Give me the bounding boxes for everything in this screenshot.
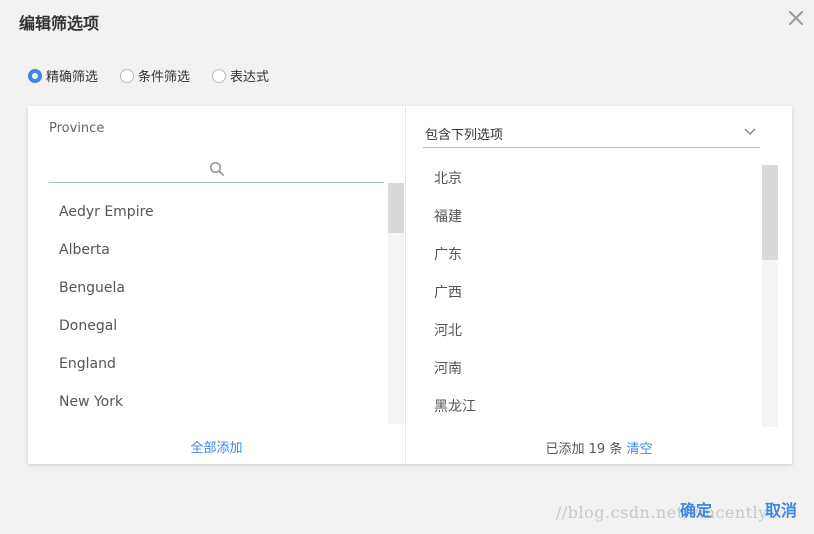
list-item[interactable]: England: [48, 342, 388, 380]
search-box: [49, 156, 384, 183]
selected-values-pane: 包含下列选项 北京 福建 广东 广西 河北 河南 黑龙江 已添加 19 条 清空: [406, 106, 792, 464]
available-list: Aedyr Empire Alberta Benguela Donegal En…: [48, 190, 388, 418]
left-scrollbar-thumb[interactable]: [388, 183, 404, 233]
mode-condition[interactable]: 条件筛选: [120, 66, 190, 85]
filter-mode-group: 精确筛选 条件筛选 表达式: [28, 66, 269, 85]
mode-exact[interactable]: 精确筛选: [28, 66, 98, 85]
list-item[interactable]: 广西: [423, 280, 753, 318]
search-icon[interactable]: [209, 161, 225, 177]
list-item[interactable]: Donegal: [48, 304, 388, 342]
list-item[interactable]: 广东: [423, 242, 753, 280]
clear-button[interactable]: 清空: [626, 442, 652, 457]
selected-list: 北京 福建 广东 广西 河北 河南 黑龙江: [423, 166, 753, 432]
chevron-down-icon: [744, 128, 756, 136]
mode-condition-label: 条件筛选: [138, 70, 191, 85]
list-item[interactable]: 河北: [423, 318, 753, 356]
include-mode-value: 包含下列选项: [425, 128, 504, 143]
include-mode-select[interactable]: 包含下列选项: [423, 120, 760, 148]
cancel-button[interactable]: 取消: [765, 497, 797, 521]
list-item[interactable]: Alberta: [48, 228, 388, 266]
mode-expression-label: 表达式: [230, 70, 270, 85]
right-scrollbar[interactable]: [762, 165, 778, 427]
radio-exact[interactable]: [28, 68, 42, 83]
added-count: 已添加 19 条 清空: [406, 438, 792, 457]
list-item[interactable]: 福建: [423, 204, 753, 242]
left-scrollbar[interactable]: [388, 183, 404, 424]
available-values-pane: Province Aedyr Empire Alberta Benguela D…: [28, 106, 406, 464]
filter-panel: Province Aedyr Empire Alberta Benguela D…: [28, 106, 792, 464]
mode-exact-label: 精确筛选: [46, 70, 99, 85]
right-scrollbar-thumb[interactable]: [762, 165, 778, 260]
added-count-text: 已添加 19 条: [545, 442, 623, 457]
radio-condition[interactable]: [120, 68, 135, 83]
watermark: //blog.csdn.net/vincently: [556, 503, 768, 522]
dialog-title: 编辑筛选项: [19, 14, 100, 33]
close-icon[interactable]: [784, 6, 808, 30]
list-item[interactable]: Aedyr Empire: [48, 190, 388, 228]
add-all-button[interactable]: 全部添加: [28, 437, 405, 456]
list-item[interactable]: 北京: [423, 166, 753, 204]
list-item[interactable]: 黑龙江: [423, 394, 753, 432]
confirm-button[interactable]: 确定: [680, 497, 712, 521]
list-item[interactable]: 河南: [423, 356, 753, 394]
radio-expression[interactable]: [212, 68, 227, 83]
field-label: Province: [49, 121, 105, 136]
mode-expression[interactable]: 表达式: [212, 66, 269, 85]
list-item[interactable]: Benguela: [48, 266, 388, 304]
search-input[interactable]: [49, 156, 353, 182]
list-item[interactable]: New York: [48, 380, 388, 418]
